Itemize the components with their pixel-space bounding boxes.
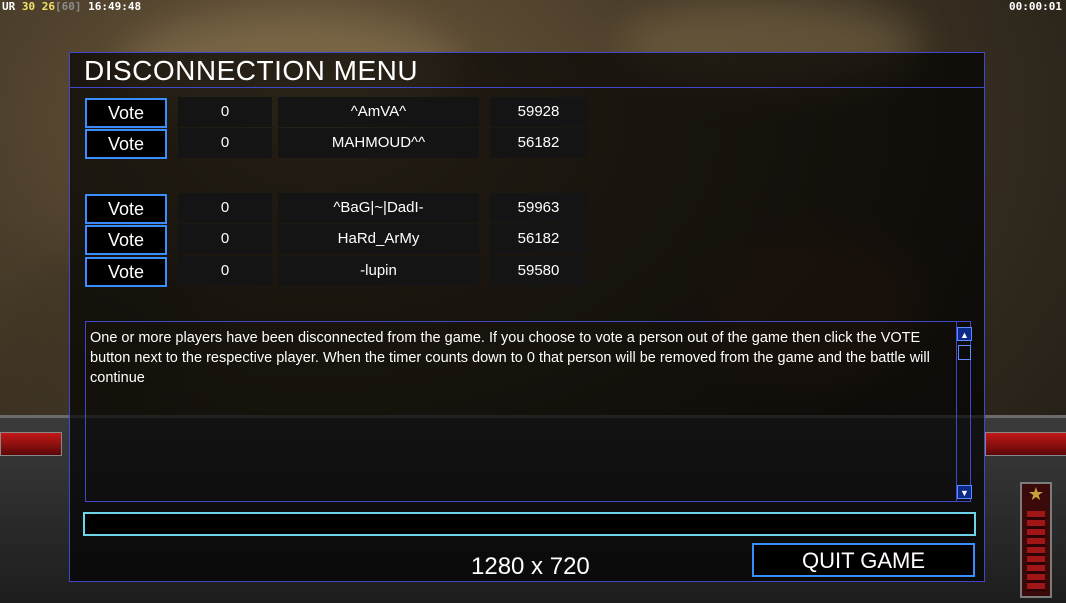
vote-count: 0 xyxy=(178,97,272,127)
scrollbar-thumb[interactable] xyxy=(958,345,971,360)
title-bar: DISCONNECTION MENU xyxy=(70,53,984,88)
vote-button[interactable]: Vote xyxy=(85,129,167,159)
vote-count: 0 xyxy=(178,224,272,254)
chat-input[interactable] xyxy=(83,512,976,536)
player-ping: 56182 xyxy=(490,224,587,254)
disconnection-menu: DISCONNECTION MENU Vote 0 ^AmVA^ 59928 V… xyxy=(69,52,985,582)
player-name: HaRd_ArMy xyxy=(278,224,479,254)
hud-red-panel-left xyxy=(0,432,62,456)
disconnect-message: One or more players have been disconnect… xyxy=(90,330,930,386)
player-name: MAHMOUD^^ xyxy=(278,128,479,158)
quit-game-button[interactable]: QUIT GAME xyxy=(752,543,975,577)
player-ping: 59928 xyxy=(490,97,587,127)
game-timer: 00:00:01 xyxy=(1009,0,1062,13)
vote-button[interactable]: Vote xyxy=(85,98,167,128)
player-ping: 59963 xyxy=(490,193,587,223)
star-icon: ★ xyxy=(1027,484,1045,504)
player-name: -lupin xyxy=(278,256,479,286)
player-ping: 59580 xyxy=(490,256,587,286)
vote-button[interactable]: Vote xyxy=(85,257,167,287)
fps-readout: UR 30 26[60] 16:49:48 xyxy=(2,0,142,13)
power-meter: ★ xyxy=(1020,482,1052,598)
resolution-label: 1280 x 720 xyxy=(471,553,590,580)
scroll-down-button[interactable]: ▼ xyxy=(957,485,972,499)
scrollbar-track[interactable] xyxy=(956,322,957,501)
vote-button[interactable]: Vote xyxy=(85,225,167,255)
player-ping: 56182 xyxy=(490,128,587,158)
message-box: One or more players have been disconnect… xyxy=(85,321,972,502)
vote-count: 0 xyxy=(178,193,272,223)
vote-count: 0 xyxy=(178,256,272,286)
menu-title: DISCONNECTION MENU xyxy=(84,55,419,86)
vote-count: 0 xyxy=(178,128,272,158)
player-name: ^AmVA^ xyxy=(278,97,479,127)
player-name: ^BaG|~|DadI- xyxy=(278,193,479,223)
scroll-up-button[interactable]: ▲ xyxy=(957,327,972,341)
vote-button[interactable]: Vote xyxy=(85,194,167,224)
power-bars xyxy=(1027,511,1045,591)
hud-red-panel-right xyxy=(985,432,1066,456)
